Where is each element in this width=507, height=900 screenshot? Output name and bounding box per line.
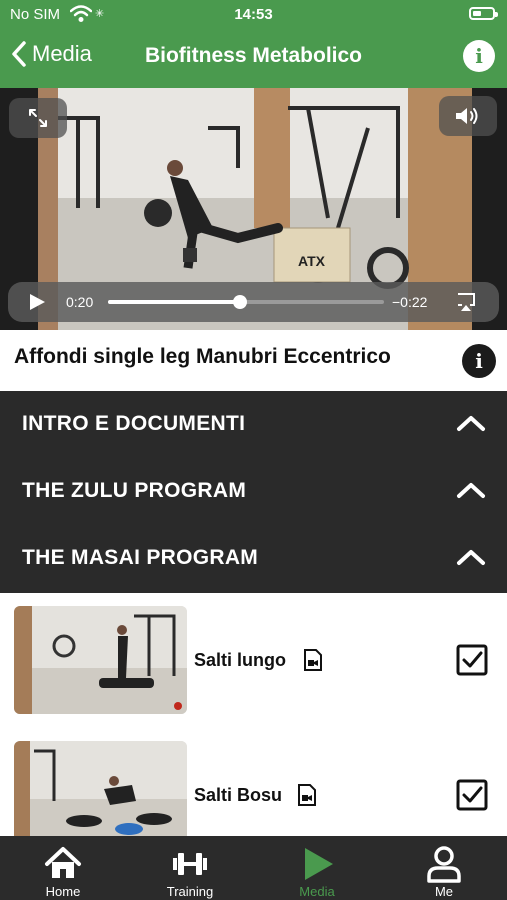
airplay-icon[interactable]: [455, 292, 477, 312]
tab-label: Me: [434, 884, 454, 899]
tab-label: Home: [45, 884, 81, 899]
play-icon[interactable]: [28, 293, 46, 311]
info-button[interactable]: i: [463, 40, 495, 72]
completed-checkbox[interactable]: [456, 779, 488, 811]
expand-icon: [29, 109, 47, 127]
tab-media[interactable]: Media: [254, 836, 380, 900]
current-time: 0:20: [66, 294, 94, 310]
video-scrubber[interactable]: [108, 295, 384, 309]
remaining-time: −0:22: [392, 294, 428, 310]
section-label: THE ZULU PROGRAM: [22, 479, 247, 502]
section-label: THE MASAI PROGRAM: [22, 546, 259, 569]
completed-checkbox[interactable]: [456, 644, 488, 676]
section-the-zulu-program[interactable]: THE ZULU PROGRAM: [0, 458, 507, 525]
item-name: Salti Bosu: [194, 785, 283, 805]
exercise-title: Affondi single leg Manubri Eccentrico: [14, 345, 391, 368]
tab-me[interactable]: Me: [381, 836, 507, 900]
video-thumbnail[interactable]: [14, 606, 187, 714]
speaker-icon: [456, 108, 478, 124]
tab-training[interactable]: Training: [127, 836, 253, 900]
volume-button[interactable]: [439, 96, 497, 136]
video-file-icon: [304, 649, 322, 671]
nav-bar: Media Biofitness Metabolico i: [0, 32, 507, 82]
person-icon: [427, 846, 461, 883]
tab-bar: Home Training Media Me: [0, 836, 507, 900]
tab-home[interactable]: Home: [0, 836, 126, 900]
info-icon: i: [475, 44, 483, 68]
battery-icon: [469, 7, 498, 20]
page-title: Biofitness Metabolico: [144, 44, 363, 67]
scrubber-handle[interactable]: [233, 295, 248, 309]
section-intro-e-documenti[interactable]: INTRO E DOCUMENTI: [0, 391, 507, 458]
status-bar: No SIM ✳ 14:53: [0, 0, 507, 30]
video-file-icon: [298, 784, 316, 806]
fullscreen-button[interactable]: [9, 98, 67, 138]
home-icon: [45, 847, 81, 878]
clock: 14:53: [234, 6, 273, 23]
item-name: Salti lungo: [194, 650, 286, 670]
tab-label: Training: [166, 884, 214, 899]
play-icon: [305, 848, 333, 880]
list-item[interactable]: Salti lungo: [0, 606, 507, 726]
tab-label: Media: [299, 884, 335, 899]
top-bar: No SIM ✳ 14:53 Media Biofitness Metaboli…: [0, 0, 507, 88]
dumbbell-icon: [173, 853, 207, 875]
section-the-masai-program[interactable]: THE MASAI PROGRAM: [0, 525, 507, 592]
scrubber-fill: [108, 300, 241, 304]
box-brand-label: ATX: [298, 253, 326, 269]
program-sections: INTRO E DOCUMENTI THE ZULU PROGRAM THE M…: [0, 391, 507, 593]
video-thumbnail[interactable]: [14, 741, 187, 849]
chevron-up-icon[interactable]: [456, 413, 486, 433]
chevron-up-icon[interactable]: [456, 480, 486, 500]
info-icon: i: [475, 349, 483, 373]
section-label: INTRO E DOCUMENTI: [22, 412, 246, 435]
video-controls: 0:20 −0:22: [8, 282, 499, 322]
exercise-info-button[interactable]: i: [462, 344, 496, 378]
chevron-up-icon[interactable]: [456, 547, 486, 567]
